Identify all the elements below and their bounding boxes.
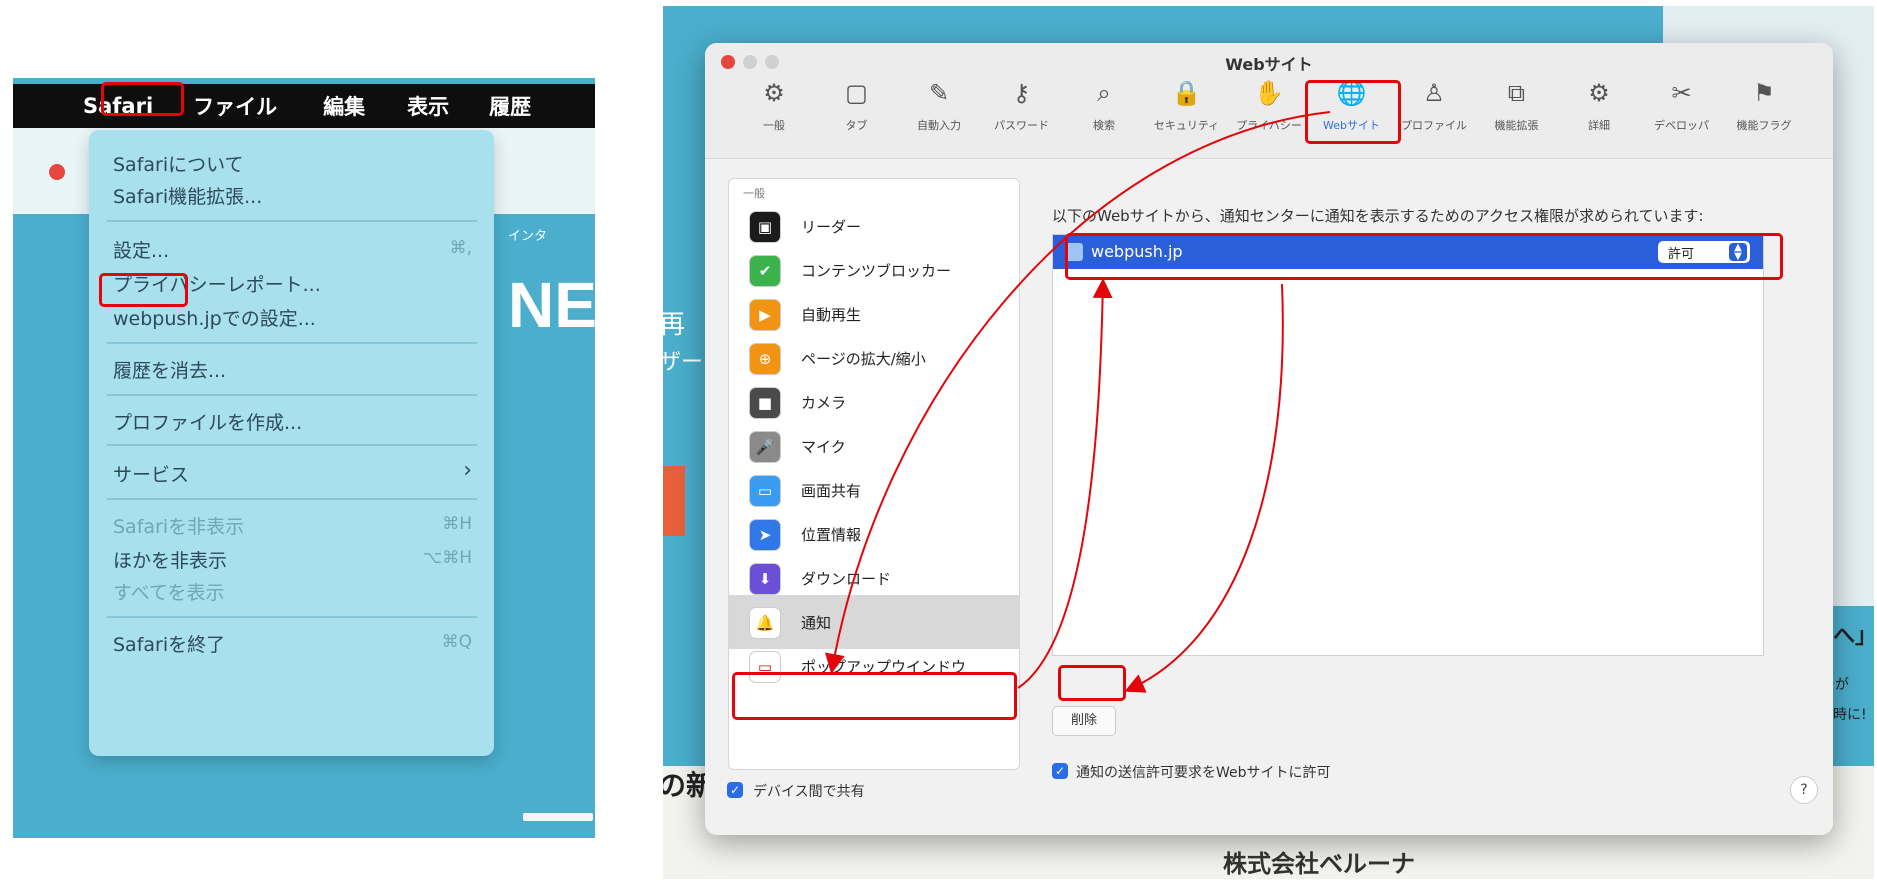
annotation-arrows	[824, 111, 1331, 693]
